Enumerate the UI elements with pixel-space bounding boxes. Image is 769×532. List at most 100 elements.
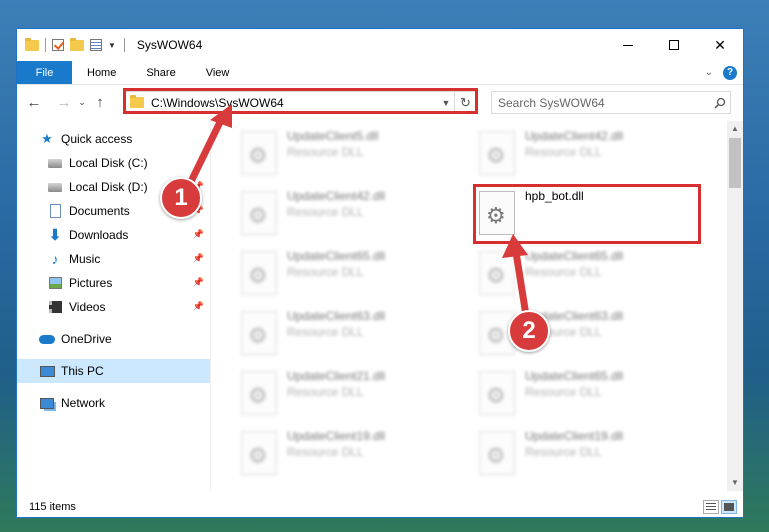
dll-file-icon: ⚙	[241, 311, 277, 355]
file-name: UpdateClient19.dll	[525, 429, 624, 443]
tab-file[interactable]: File	[17, 61, 72, 84]
file-type: Resource DLL	[525, 385, 602, 399]
sidebar-item-music[interactable]: ♪ Music 📌	[17, 247, 210, 271]
forward-arrow-icon[interactable]: →	[53, 94, 75, 111]
up-arrow-icon[interactable]: ↑	[89, 94, 111, 111]
view-switcher	[703, 500, 743, 514]
file-type: Resource DLL	[525, 145, 602, 159]
expand-ribbon-chevron-icon[interactable]: ⌄	[705, 67, 713, 78]
recent-locations-chevron-icon[interactable]: ⌄	[75, 97, 89, 108]
sidebar-item-videos[interactable]: Videos 📌	[17, 295, 210, 319]
sidebar-item-label: Quick access	[61, 132, 133, 146]
refresh-icon[interactable]: ↻	[454, 92, 476, 113]
file-item[interactable]: ⚙ UpdateClient65.dll Resource DLL	[471, 245, 691, 301]
sidebar-item-label: Documents	[69, 204, 130, 218]
sidebar-item-label: Local Disk (D:)	[69, 180, 148, 194]
file-name: UpdateClient63.dll	[287, 309, 386, 323]
videos-icon	[47, 299, 63, 315]
file-item[interactable]: ⚙ UpdateClient63.dll Resource DLL	[471, 305, 691, 361]
file-name: UpdateClient5.dll	[287, 129, 379, 143]
properties-icon[interactable]	[90, 39, 102, 51]
sidebar-item-label: Music	[69, 252, 101, 266]
file-item[interactable]: ⚙ UpdateClient21.dll Resource DLL	[233, 365, 453, 421]
sidebar-item-quick-access[interactable]: ★ Quick access	[17, 127, 210, 151]
close-button[interactable]: ✕	[697, 29, 743, 61]
quick-access-toolbar: ▼	[17, 37, 116, 52]
properties-check-icon[interactable]	[52, 39, 64, 51]
file-item[interactable]: ⚙ UpdateClient63.dll Resource DLL	[233, 305, 453, 361]
file-name: UpdateClient42.dll	[287, 189, 386, 203]
search-input[interactable]: Search SysWOW64	[498, 96, 710, 110]
sidebar-item-network[interactable]: Network	[17, 391, 210, 415]
minimize-button[interactable]	[605, 29, 651, 61]
file-item[interactable]: ⚙ UpdateClient65.dll Resource DLL	[471, 365, 691, 421]
scroll-up-icon[interactable]: ▲	[727, 121, 743, 137]
sidebar-item-onedrive[interactable]: OneDrive	[17, 327, 210, 351]
details-view-icon[interactable]	[703, 500, 719, 514]
search-icon[interactable]	[710, 97, 730, 109]
pin-icon[interactable]: 📌	[193, 253, 204, 264]
minimize-icon	[623, 44, 633, 46]
large-icons-view-icon[interactable]	[721, 500, 737, 514]
scroll-down-icon[interactable]: ▼	[727, 475, 743, 491]
sidebar-item-this-pc[interactable]: This PC	[17, 359, 210, 383]
tab-home[interactable]: Home	[72, 61, 131, 84]
ribbon-right: ⌄ ?	[705, 61, 743, 84]
pin-icon[interactable]: 📌	[193, 301, 204, 312]
tab-share[interactable]: Share	[131, 61, 190, 84]
scrollbar-thumb[interactable]	[729, 138, 741, 188]
customize-toolbar-dropdown-icon[interactable]: ▼	[108, 41, 116, 50]
new-folder-icon[interactable]	[70, 37, 84, 51]
title-separator	[123, 38, 125, 52]
file-item-hpb-bot[interactable]: ⚙ hpb_bot.dll	[471, 185, 691, 241]
sidebar-item-pictures[interactable]: Pictures 📌	[17, 271, 210, 295]
file-item[interactable]: ⚙ UpdateClient19.dll Resource DLL	[471, 425, 691, 481]
dll-file-icon: ⚙	[479, 191, 515, 235]
file-item[interactable]: ⚙ UpdateClient5.dll Resource DLL	[233, 125, 453, 181]
address-path[interactable]: C:\Windows\SysWOW64	[151, 96, 438, 110]
network-icon	[39, 395, 55, 411]
title-bar: ▼ SysWOW64 ✕	[17, 29, 743, 61]
tab-view[interactable]: View	[191, 61, 245, 84]
pin-icon[interactable]: 📌	[193, 229, 204, 240]
dll-file-icon: ⚙	[241, 371, 277, 415]
sidebar-item-label: This PC	[61, 364, 104, 378]
pictures-icon	[47, 275, 63, 291]
status-bar: 115 items	[17, 497, 743, 517]
sidebar-item-downloads[interactable]: ⬇ Downloads 📌	[17, 223, 210, 247]
close-icon: ✕	[714, 36, 726, 53]
help-icon[interactable]: ?	[723, 65, 737, 80]
pin-icon[interactable]: 📌	[193, 277, 204, 288]
maximize-button[interactable]	[651, 29, 697, 61]
address-dropdown-icon[interactable]: ▼	[438, 98, 454, 108]
dll-file-icon: ⚙	[479, 251, 515, 295]
file-name: hpb_bot.dll	[525, 189, 584, 203]
file-item[interactable]: ⚙ UpdateClient42.dll Resource DLL	[233, 185, 453, 241]
sidebar-item-label: Pictures	[69, 276, 113, 290]
file-type: Resource DLL	[525, 445, 602, 459]
back-arrow-icon[interactable]: ←	[23, 94, 45, 111]
file-item[interactable]: ⚙ UpdateClient42.dll Resource DLL	[471, 125, 691, 181]
file-name: UpdateClient65.dll	[525, 249, 624, 263]
dll-file-icon: ⚙	[479, 131, 515, 175]
file-type: Resource DLL	[525, 265, 602, 279]
sidebar-item-local-disk-c[interactable]: Local Disk (C:)	[17, 151, 210, 175]
document-icon	[47, 203, 63, 219]
computer-icon	[39, 363, 55, 379]
cloud-icon	[39, 331, 55, 347]
file-type: Resource DLL	[287, 445, 364, 459]
dll-file-icon: ⚙	[241, 131, 277, 175]
file-type: Resource DLL	[287, 145, 364, 159]
file-explorer-window: ▼ SysWOW64 ✕ File Home Share View ⌄ ? ← …	[16, 28, 744, 518]
search-box[interactable]: Search SysWOW64	[491, 91, 731, 114]
dll-file-icon: ⚙	[241, 431, 277, 475]
drive-icon	[47, 179, 63, 195]
file-item[interactable]: ⚙ UpdateClient19.dll Resource DLL	[233, 425, 453, 481]
file-type: Resource DLL	[287, 205, 364, 219]
file-name: UpdateClient42.dll	[525, 129, 624, 143]
file-type: Resource DLL	[287, 385, 364, 399]
file-item[interactable]: ⚙ UpdateClient65.dll Resource DLL	[233, 245, 453, 301]
vertical-scrollbar[interactable]: ▲ ▼	[727, 121, 743, 491]
address-bar[interactable]: C:\Windows\SysWOW64 ▼ ↻	[123, 91, 477, 114]
download-icon: ⬇	[48, 227, 62, 244]
